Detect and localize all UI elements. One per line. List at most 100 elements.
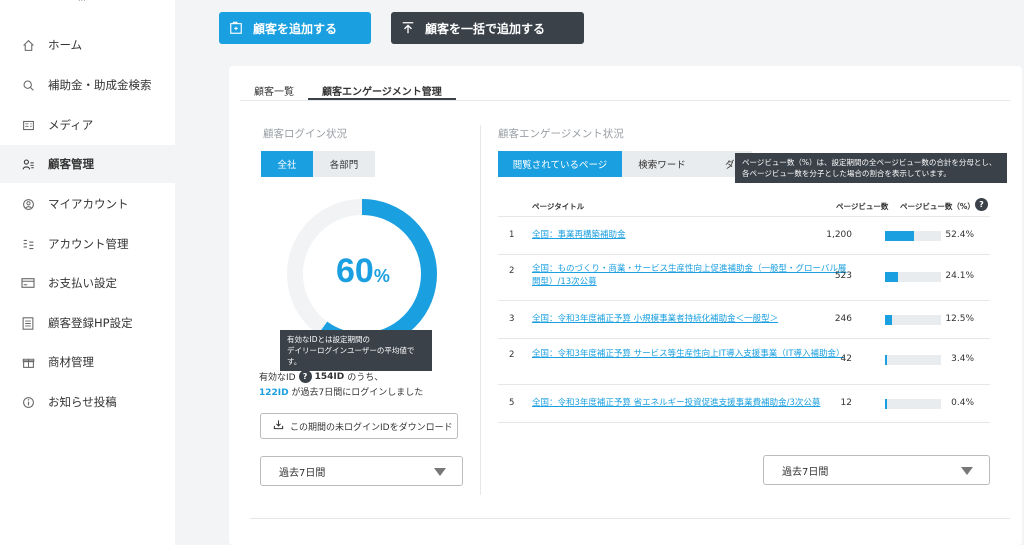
account-icon xyxy=(20,196,36,212)
row-pct: 0.4% xyxy=(951,398,974,408)
panel-divider xyxy=(480,125,481,495)
upload-icon xyxy=(391,21,425,35)
table-row: 2 全国：ものづくり・商業・サービス生産性向上促進補助金（一般型・グローバル展開… xyxy=(498,255,990,301)
row-page-link[interactable]: 全国：令和3年度補正予算 省エネルギー投資促進支援事業費補助金/3次公募 xyxy=(532,397,847,410)
sidebar-item-registration-hp-settings[interactable]: 顧客登録HP設定 xyxy=(0,304,175,342)
tab-customer-list[interactable]: 顧客一覧 xyxy=(240,80,308,100)
media-icon xyxy=(20,117,36,133)
sidebar-item-label: 顧客管理 xyxy=(48,157,94,171)
sidebar-item-home[interactable]: ホーム xyxy=(0,26,175,64)
download-inactive-ids-button[interactable]: この期間の未ログインIDをダウンロード xyxy=(260,413,458,439)
scope-department-button[interactable]: 各部門 xyxy=(313,151,375,177)
row-bar-fill xyxy=(885,231,914,241)
row-number: 3 xyxy=(509,314,515,324)
row-page-link[interactable]: 全国：令和3年度補正予算 小規模事業者持続化補助金＜一般型＞ xyxy=(532,313,847,326)
add-icon xyxy=(219,21,253,35)
home-icon xyxy=(20,37,36,53)
valid-id-suffix: のうち、 xyxy=(347,373,384,383)
row-page-link[interactable]: 全国：令和3年度補正予算 サービス等生産性向上IT導入支援事業（IT導入補助金） xyxy=(532,348,847,361)
row-views: 523 xyxy=(834,271,852,281)
tab-viewed-pages[interactable]: 閲覧されているページ xyxy=(498,151,622,177)
column-page-title: ページタイトル xyxy=(532,202,585,211)
logged-in-suffix: が過去7日間にログインしました xyxy=(291,388,424,398)
row-views: 12 xyxy=(840,398,852,408)
pageview-tooltip: ページビュー数（%）は、設定期間の全ページビュー数の合計を分母とし、 各ページビ… xyxy=(735,153,1007,183)
row-page-link[interactable]: 全国：ものづくり・商業・サービス生産性向上促進補助金（一般型・グローバル展開型）… xyxy=(532,263,847,289)
add-customer-label: 顧客を追加する xyxy=(253,21,338,36)
chevron-down-icon xyxy=(434,468,446,476)
row-bar-fill xyxy=(885,399,887,409)
payment-icon xyxy=(20,275,36,291)
engagement-period-value: 過去7日間 xyxy=(782,466,829,478)
main-tabs: 顧客一覧 顧客エンゲージメント管理 xyxy=(240,80,456,100)
column-pageview-pct: ページビュー数（%） xyxy=(900,202,975,211)
sidebar-item-payment-settings[interactable]: お支払い設定 xyxy=(0,264,175,302)
scope-all-button[interactable]: 全社 xyxy=(261,151,313,177)
logged-in-stat: 122ID が過去7日間にログインしました xyxy=(259,385,423,398)
download-label: この期間の未ログインIDをダウンロード xyxy=(290,422,453,433)
add-customer-button[interactable]: 顧客を追加する xyxy=(219,12,371,44)
row-bar-fill xyxy=(885,272,898,282)
sidebar-item-label: ホーム xyxy=(48,38,83,52)
tooltip-line: デイリーログインユーザーの平均値です。 xyxy=(287,346,415,366)
login-period-select[interactable]: 過去7日間 xyxy=(260,456,463,486)
sidebar-item-media[interactable]: メディア xyxy=(0,106,175,144)
sidebar-item-product-management[interactable]: 商材管理 xyxy=(0,343,175,381)
sidebar-item-label: 商材管理 xyxy=(48,355,94,369)
login-rate-value: 60% xyxy=(336,252,390,290)
row-bar xyxy=(885,315,941,325)
document-icon xyxy=(20,315,36,331)
customer-icon xyxy=(20,156,36,172)
sidebar-item-customer-management[interactable]: 顧客管理 xyxy=(0,145,175,183)
sidebar-item-my-account[interactable]: マイアカウント xyxy=(0,185,175,223)
tabs-divider xyxy=(240,100,1010,101)
sidebar-item-subsidy-search[interactable]: 補助金・助成金検索 xyxy=(0,66,175,104)
valid-id-tooltip: 有効なIDとは設定期間の デイリーログインユーザーの平均値です。 xyxy=(280,330,432,371)
row-number: 1 xyxy=(509,230,515,240)
valid-id-prefix: 有効なID xyxy=(259,373,296,383)
search-icon xyxy=(20,77,36,93)
sidebar-item-label: マイアカウント xyxy=(48,197,129,211)
sidebar-item-label: アカウント管理 xyxy=(48,237,129,251)
login-status-title: 顧客ログイン状況 xyxy=(263,128,347,140)
tab-search-words[interactable]: 検索ワード xyxy=(622,151,702,177)
sidebar-item-label: メディア xyxy=(48,118,94,132)
row-views: 1,200 xyxy=(826,230,852,240)
sidebar-item-label: お支払い設定 xyxy=(48,276,117,290)
tooltip-line: 有効なIDとは設定期間の xyxy=(287,335,370,344)
valid-id-count: 154ID xyxy=(314,371,345,382)
row-number: 2 xyxy=(509,266,515,276)
download-icon xyxy=(273,419,284,433)
column-pageviews: ページビュー数 xyxy=(836,202,889,211)
table-row: 2 全国：令和3年度補正予算 サービス等生産性向上IT導入支援事業（IT導入補助… xyxy=(498,339,990,385)
login-scope-toggle: 全社 各部門 xyxy=(261,151,375,177)
bulk-add-customer-button[interactable]: 顧客を一括で追加する xyxy=(391,12,584,44)
row-pct: 3.4% xyxy=(951,354,974,364)
engagement-tabs: 閲覧されているページ 検索ワード ダウ xyxy=(498,151,752,177)
row-pct: 12.5% xyxy=(945,314,974,324)
valid-id-stat: 有効なID ? 154ID のうち、 xyxy=(259,370,383,383)
account-manage-icon xyxy=(20,236,36,252)
gift-icon xyxy=(20,354,36,370)
sidebar-item-account-management[interactable]: アカウント管理 xyxy=(0,225,175,263)
sidebar-item-news-post[interactable]: お知らせ投稿 xyxy=(0,383,175,421)
sidebar: ... ホーム 補助金・助成金検索 メディア 顧客管理 マイアカウント アカウン… xyxy=(0,0,175,545)
engagement-period-select[interactable]: 過去7日間 xyxy=(763,455,990,485)
brand-logo-text: ... xyxy=(78,0,86,3)
table-row: 1 全国：事業再構築補助金 1,200 52.4% xyxy=(498,217,990,255)
row-views: 42 xyxy=(840,354,852,364)
row-number: 5 xyxy=(509,398,515,408)
tooltip-line: ページビュー数（%）は、設定期間の全ページビュー数の合計を分母とし、 xyxy=(742,158,997,167)
bulk-add-label: 顧客を一括で追加する xyxy=(425,21,546,36)
help-icon[interactable]: ? xyxy=(298,370,312,383)
tooltip-line: 各ページビュー数を分子とした場合の割合を表示しています。 xyxy=(742,169,951,178)
chevron-down-icon xyxy=(961,467,973,475)
row-bar-fill xyxy=(885,315,892,325)
engagement-status-title: 顧客エンゲージメント状況 xyxy=(498,128,624,140)
help-icon[interactable]: ? xyxy=(975,198,988,211)
card-bottom-divider xyxy=(250,518,1010,519)
row-page-link[interactable]: 全国：事業再構築補助金 xyxy=(532,229,847,242)
tab-engagement-management[interactable]: 顧客エンゲージメント管理 xyxy=(308,80,456,100)
row-number: 2 xyxy=(509,350,515,360)
table-row: 3 全国：令和3年度補正予算 小規模事業者持続化補助金＜一般型＞ 246 12.… xyxy=(498,301,990,339)
